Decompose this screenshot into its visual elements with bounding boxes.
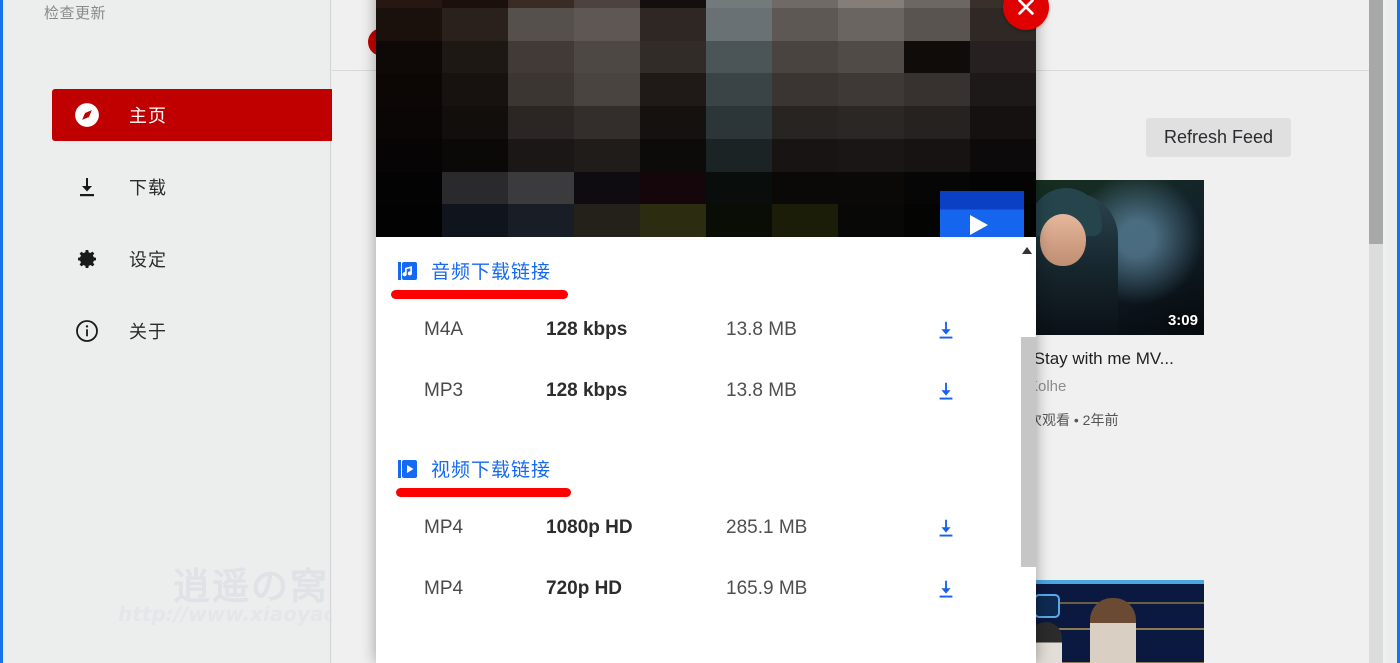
- video-section-header[interactable]: 视频下载链接: [396, 421, 1036, 482]
- format-row[interactable]: MP4 1080p HD 285.1 MB: [376, 497, 1036, 558]
- feed-card-meta: 次观看 • 2年前: [1028, 412, 1119, 428]
- format-extension: MP4: [424, 516, 464, 538]
- caret-up-icon[interactable]: [1018, 241, 1036, 259]
- sidebar-item-label: 设定: [129, 250, 167, 270]
- row-download-icon[interactable]: [916, 578, 976, 600]
- sidebar-item-label: 主页: [129, 106, 167, 126]
- watermark-chinese: 逍遥の窝: [173, 564, 329, 608]
- modal-scrollbar[interactable]: [1018, 237, 1036, 663]
- format-row[interactable]: MP3 128 kbps 13.8 MB: [376, 360, 1036, 421]
- audio-section-header[interactable]: 音频下载链接: [396, 237, 1036, 284]
- main-scrollbar-thumb[interactable]: [1369, 0, 1383, 244]
- sidebar-item-home[interactable]: 主页: [52, 89, 334, 141]
- audio-file-icon: [396, 259, 420, 283]
- feed-card[interactable]: [1028, 580, 1204, 663]
- gear-icon: [74, 246, 100, 272]
- format-extension: MP3: [424, 379, 464, 401]
- compass-icon: [74, 102, 100, 128]
- feed-card-title: -Stay with me MV...: [1028, 349, 1174, 368]
- video-thumbnail[interactable]: [1028, 580, 1204, 663]
- video-thumbnail[interactable]: 3:09: [1028, 180, 1204, 335]
- video-preview-pixelated[interactable]: [376, 0, 1036, 237]
- format-extension: M4A: [424, 318, 464, 340]
- feed-card-channel: Kolhe: [1028, 378, 1067, 395]
- sidebar-item-downloads[interactable]: 下载: [52, 161, 330, 213]
- format-filesize: 285.1 MB: [726, 516, 808, 538]
- modal-scrollbar-thumb[interactable]: [1021, 337, 1036, 567]
- sidebar-item-settings[interactable]: 设定: [52, 233, 330, 285]
- sidebar: 检查更新 主页 下载 设定 关于 逍遥の窝 http://www.xiaoyao…: [6, 0, 380, 663]
- video-section-underline: [396, 488, 571, 497]
- sidebar-item-about[interactable]: 关于: [52, 305, 330, 357]
- format-filesize: 13.8 MB: [726, 379, 797, 401]
- video-file-icon: [396, 457, 420, 481]
- format-filesize: 13.8 MB: [726, 318, 797, 340]
- video-section-label: 视频下载链接: [431, 460, 552, 481]
- audio-section-underline: [391, 290, 568, 299]
- download-links-modal: 音频下载链接 M4A 128 kbps 13.8 MB MP3 128 kbps…: [376, 0, 1036, 663]
- sidebar-item-label: 下载: [129, 178, 167, 198]
- pixelated-image: [376, 0, 1036, 237]
- duration-badge: 3:09: [1167, 312, 1198, 329]
- row-download-icon[interactable]: [916, 517, 976, 539]
- download-icon: [74, 174, 100, 200]
- check-update-label[interactable]: 检查更新: [44, 2, 106, 23]
- format-extension: MP4: [424, 577, 464, 599]
- format-quality: 128 kbps: [546, 318, 628, 340]
- format-row[interactable]: MP4 720p HD 165.9 MB: [376, 558, 1036, 619]
- format-filesize: 165.9 MB: [726, 577, 808, 599]
- brand-play-badge-icon: [940, 191, 1024, 237]
- audio-section-label: 音频下载链接: [431, 262, 552, 283]
- main-scrollbar[interactable]: [1369, 0, 1383, 663]
- refresh-feed-button[interactable]: Refresh Feed: [1146, 118, 1292, 157]
- format-row[interactable]: M4A 128 kbps 13.8 MB: [376, 299, 1036, 360]
- row-download-icon[interactable]: [916, 380, 976, 402]
- format-quality: 128 kbps: [546, 379, 628, 401]
- row-download-icon[interactable]: [916, 319, 976, 341]
- info-icon: [74, 318, 100, 344]
- sidebar-item-label: 关于: [129, 322, 167, 342]
- app-window: 检查更新 主页 下载 设定 关于 逍遥の窝 http://www.xiaoyao…: [0, 0, 1400, 663]
- feed-card[interactable]: 3:09 -Stay with me MV... Kolhe 次观看 • 2年前: [1028, 180, 1204, 430]
- sidebar-nav: 主页 下载 设定 关于: [6, 89, 334, 377]
- format-quality: 1080p HD: [546, 516, 633, 538]
- modal-body: 音频下载链接 M4A 128 kbps 13.8 MB MP3 128 kbps…: [376, 237, 1036, 663]
- format-quality: 720p HD: [546, 577, 623, 599]
